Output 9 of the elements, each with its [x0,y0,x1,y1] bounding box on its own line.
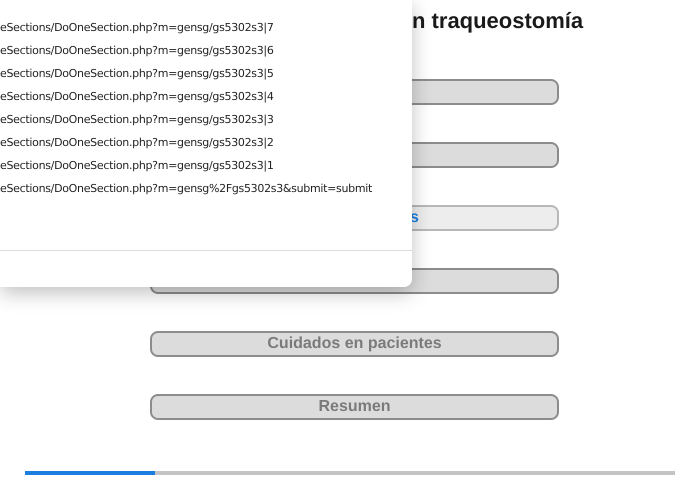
history-item[interactable]: eSections/DoOneSection.php?m=gensg/gs5302s3|2 [0,131,412,154]
page-title: n traqueostomía [412,8,584,34]
history-item[interactable]: eSections/DoOneSection.php?m=gensg/gs5302s3|3 [0,108,412,131]
history-item[interactable]: eSections/DoOneSection.php?m=gensg/gs5302s3|7 [0,16,412,39]
history-item[interactable]: eSections/DoOneSection.php?m=gensg%2Fgs5302s3&submit=submit [0,177,412,200]
history-item[interactable]: eSections/DoOneSection.php?m=gensg/gs5302s3|4 [0,85,412,108]
history-item[interactable]: eSections/DoOneSection.php?m=gensg/gs5302s3|1 [0,154,412,177]
history-item[interactable]: eSections/DoOneSection.php?m=gensg/gs5302s3|6 [0,39,412,62]
history-item[interactable]: eSections/DoOneSection.php?m=gensg/gs5302s3|5 [0,62,412,85]
